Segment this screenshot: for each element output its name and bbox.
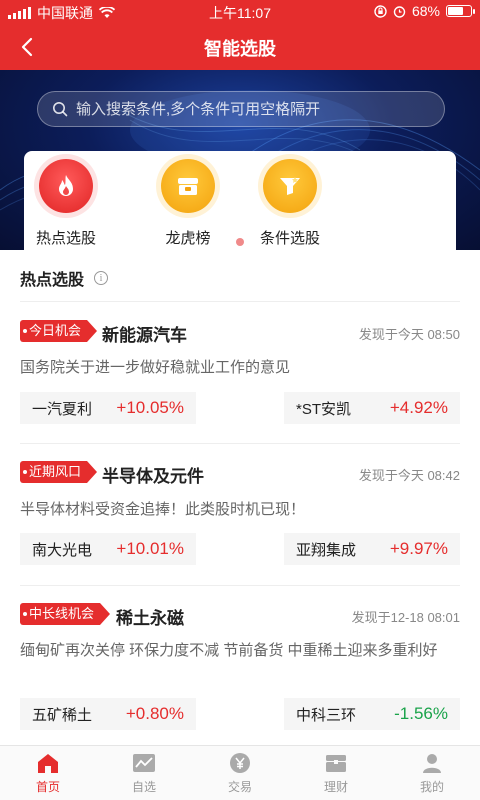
- divider: [20, 585, 460, 586]
- quick-item-condition[interactable]: 条件选股: [250, 159, 330, 248]
- quick-label-hot: 热点选股: [35, 230, 96, 247]
- tab-label: 交易: [227, 780, 252, 794]
- battery-percent: 68%: [411, 3, 440, 19]
- tab-label: 自选: [131, 780, 156, 794]
- tab-watchlist[interactable]: 自选: [96, 746, 192, 800]
- home-icon: [35, 752, 61, 774]
- topic-description: 半导体材料受资金追捧！此类股时机已现！: [20, 501, 306, 518]
- stock-change: -1.56%: [394, 704, 448, 723]
- found-time: 发现于12-18 08:01: [351, 610, 460, 625]
- stock-item[interactable]: 中科三环 -1.56%: [284, 698, 460, 730]
- opportunity-tag: 今日机会: [20, 320, 98, 342]
- yen-icon: [227, 752, 253, 774]
- tab-label: 首页: [35, 780, 60, 794]
- tab-label: 我的: [419, 780, 444, 794]
- opportunity-tag: 中长线机会: [20, 603, 111, 625]
- found-time: 发现于今天 08:42: [358, 468, 460, 483]
- topic-description: 国务院关于进一步做好稳就业工作的意见: [20, 359, 291, 376]
- info-icon[interactable]: i: [94, 271, 109, 285]
- stock-item[interactable]: *ST安凯 +4.92%: [284, 392, 460, 424]
- search-input[interactable]: [76, 100, 416, 118]
- stock-change: +10.05%: [116, 398, 184, 417]
- stock-name: 五矿稀土: [32, 706, 93, 724]
- user-icon: [419, 752, 445, 774]
- topic-title: 半导体及元件: [102, 467, 204, 486]
- quick-entry-card: 热点选股 龙虎榜 条件选股: [24, 151, 456, 251]
- stock-change: +4.92%: [389, 398, 448, 417]
- topic-title: 稀土永磁: [116, 609, 184, 628]
- section-header: 热点选股 i: [20, 266, 109, 290]
- section-title: 热点选股: [20, 272, 85, 289]
- battery-icon: [446, 5, 475, 17]
- tab-trade[interactable]: 交易: [192, 746, 288, 800]
- tab-home[interactable]: 首页: [0, 746, 96, 800]
- quick-label-condition: 条件选股: [259, 230, 320, 247]
- stock-name: 一汽夏利: [32, 400, 93, 418]
- bottom-tab-bar: 首页 自选 交易 理财 我的: [0, 745, 480, 800]
- funnel-icon: [263, 159, 317, 213]
- tab-label: 理财: [323, 780, 348, 794]
- card-header: 中长线机会 稀土永磁 发现于12-18 08:01: [20, 603, 460, 628]
- opportunity-tag: 近期风口: [20, 461, 98, 483]
- divider: [20, 443, 460, 444]
- stock-name: 亚翔集成: [296, 541, 357, 559]
- stock-change: +10.01%: [116, 539, 184, 558]
- quick-item-dragon[interactable]: 龙虎榜: [148, 159, 228, 248]
- lock-rotation-icon: [374, 4, 387, 18]
- quick-label-dragon: 龙虎榜: [165, 230, 211, 247]
- stock-item[interactable]: 一汽夏利 +10.05%: [20, 392, 196, 424]
- wallet-icon: [323, 752, 349, 774]
- stock-change: +9.97%: [389, 539, 448, 558]
- status-bar: 中国联通 上午11:07 68%: [0, 0, 480, 24]
- nav-bar: 智能选股: [0, 24, 480, 70]
- stock-item[interactable]: 南大光电 +10.01%: [20, 533, 196, 565]
- page-title: 智能选股: [204, 39, 276, 59]
- stock-item[interactable]: 亚翔集成 +9.97%: [284, 533, 460, 565]
- stock-item[interactable]: 五矿稀土 +0.80%: [20, 698, 196, 730]
- search-icon: [53, 102, 68, 117]
- card-header: 今日机会 新能源汽车 发现于今天 08:50: [20, 320, 460, 345]
- tab-finance[interactable]: 理财: [288, 746, 384, 800]
- stock-name: 中科三环: [296, 706, 357, 724]
- search-box[interactable]: [37, 91, 445, 127]
- treasure-icon: [161, 159, 215, 213]
- stock-name: 南大光电: [32, 541, 93, 559]
- carousel-indicator: [236, 238, 244, 246]
- status-right: 68%: [374, 3, 475, 19]
- flame-icon: [39, 159, 93, 213]
- found-time: 发现于今天 08:50: [358, 327, 460, 342]
- card-header: 近期风口 半导体及元件 发现于今天 08:42: [20, 461, 460, 486]
- divider: [20, 301, 460, 302]
- chart-icon: [131, 752, 157, 774]
- quick-item-hot[interactable]: 热点选股: [26, 159, 106, 248]
- alarm-icon: [393, 5, 406, 18]
- tab-profile[interactable]: 我的: [384, 746, 480, 800]
- battery-level: [448, 7, 463, 15]
- stock-change: +0.80%: [125, 704, 184, 723]
- topic-description: 缅甸矿再次关停 环保力度不减 节前备货 中重稀土迎来多重利好: [20, 642, 438, 659]
- topic-title: 新能源汽车: [102, 326, 187, 345]
- stock-name: *ST安凯: [296, 400, 352, 418]
